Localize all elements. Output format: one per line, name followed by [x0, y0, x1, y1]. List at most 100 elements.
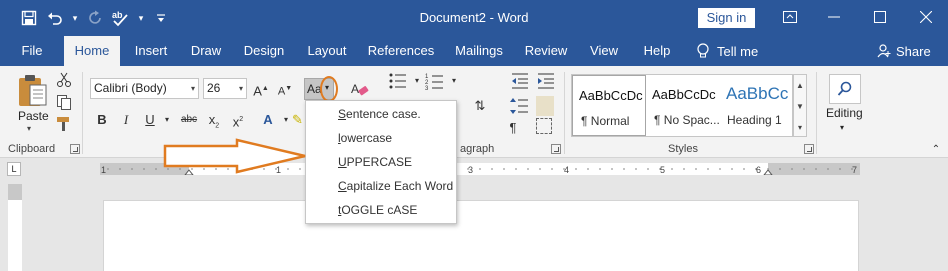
tell-me-box[interactable]: Tell me [697, 36, 758, 66]
font-name-dropdown-icon[interactable]: ▾ [191, 79, 195, 98]
collapse-ribbon-icon[interactable]: ⌃ [926, 140, 946, 160]
bullets-dropdown-icon[interactable]: ▾ [407, 71, 427, 91]
copy-icon[interactable] [56, 94, 72, 110]
group-divider [816, 72, 817, 154]
line-spacing-icon[interactable] [510, 96, 530, 116]
menu-item-uppercase[interactable]: UPPERCASE [338, 155, 412, 175]
font-name-value: Calibri (Body) [94, 81, 167, 95]
highlight-color-icon[interactable]: ✎ [292, 110, 303, 130]
menu-item-lowercase[interactable]: lowercase [338, 131, 392, 151]
styles-more-icon[interactable]: ▾ [794, 117, 806, 138]
styles-scroll-down-icon[interactable]: ▼ [794, 96, 806, 117]
tab-help[interactable]: Help [636, 36, 678, 66]
font-name-box[interactable]: Calibri (Body) ▾ [90, 78, 199, 99]
styles-group-label: Styles [668, 143, 698, 155]
tab-mailings[interactable]: Mailings [448, 36, 510, 66]
decrease-indent-icon[interactable] [510, 71, 530, 91]
spelling-check-icon[interactable]: ab [110, 8, 132, 28]
spelling-dropdown-icon[interactable]: ▾ [136, 8, 146, 28]
quick-access-toolbar: ▾ ab ▾ [18, 8, 172, 28]
close-icon[interactable] [912, 6, 940, 28]
editing-label[interactable]: Editing [826, 106, 863, 120]
clipboard-launcher-icon[interactable] [70, 144, 80, 154]
tab-insert[interactable]: Insert [128, 36, 174, 66]
borders-icon[interactable] [536, 118, 552, 134]
style-sample: AaBbCcDc [652, 87, 716, 102]
styles-gallery: AaBbCcDc ¶ Normal AaBbCcDc ¶ No Spac... … [571, 74, 793, 137]
change-case-menu: Sentence case. lowercase UPPERCASE Capit… [305, 100, 457, 224]
tab-review[interactable]: Review [520, 36, 572, 66]
svg-text:3: 3 [425, 86, 429, 91]
menu-item-toggle-case[interactable]: tOGGLE cASE [338, 203, 417, 223]
styles-scroll-up-icon[interactable]: ▲ [794, 75, 806, 96]
ruler-number: 5 [660, 165, 665, 175]
format-painter-icon[interactable] [56, 116, 72, 132]
tab-design[interactable]: Design [238, 36, 290, 66]
bold-icon[interactable]: B [92, 110, 112, 130]
sort-icon[interactable]: ⇅ [470, 96, 490, 116]
styles-scroll: ▲ ▼ ▾ [793, 74, 807, 137]
shrink-font-icon[interactable]: A▼ [275, 79, 295, 99]
style-heading-1[interactable]: AaBbCc Heading 1 [720, 75, 794, 136]
font-size-box[interactable]: 26 ▾ [203, 78, 247, 99]
italic-icon[interactable]: I [116, 110, 136, 130]
maximize-icon[interactable] [866, 6, 894, 28]
style-normal[interactable]: AaBbCcDc ¶ Normal [572, 75, 646, 136]
underline-dropdown-icon[interactable]: ▾ [157, 110, 177, 130]
right-indent-marker[interactable] [763, 169, 773, 175]
editing-button[interactable] [829, 74, 861, 104]
shading-icon[interactable] [536, 96, 554, 116]
tab-layout[interactable]: Layout [300, 36, 354, 66]
menu-item-capitalize-each-word[interactable]: Capitalize Each Word [338, 179, 453, 199]
change-case-dropdown-icon[interactable]: ▾ [325, 83, 329, 92]
bullets-icon[interactable] [388, 71, 408, 91]
undo-dropdown-icon[interactable]: ▾ [70, 8, 80, 28]
menu-item-label: apitalize Each Word [346, 179, 454, 193]
paragraph-launcher-icon[interactable] [551, 144, 561, 154]
styles-launcher-icon[interactable] [804, 144, 814, 154]
paste-icon[interactable] [16, 73, 50, 109]
style-name: Heading 1 [727, 113, 782, 127]
style-no-spacing[interactable]: AaBbCcDc ¶ No Spac... [646, 75, 720, 136]
tab-selector-icon[interactable]: L [7, 162, 21, 176]
editing-dropdown-icon[interactable]: ▾ [840, 123, 844, 132]
font-size-dropdown-icon[interactable]: ▾ [239, 79, 243, 98]
subscript-icon[interactable]: x2 [204, 110, 224, 130]
ribbon-display-options-icon[interactable] [776, 6, 804, 28]
grow-font-icon[interactable]: A▲ [251, 79, 271, 99]
ruler-number: 3 [468, 165, 473, 175]
increase-indent-icon[interactable] [536, 71, 556, 91]
sign-in-button[interactable]: Sign in [698, 8, 755, 28]
superscript-icon[interactable]: x2 [228, 110, 248, 130]
document-page[interactable] [103, 200, 859, 271]
tab-view[interactable]: View [584, 36, 624, 66]
paste-button[interactable]: Paste [18, 109, 49, 123]
minimize-icon[interactable] [820, 6, 848, 28]
tab-home[interactable]: Home [64, 36, 120, 66]
save-icon[interactable] [18, 8, 40, 28]
menu-item-sentence-case[interactable]: Sentence case. [338, 107, 421, 127]
svg-text:A: A [351, 82, 359, 96]
show-hide-marks-icon[interactable]: ¶ [503, 118, 523, 138]
numbering-icon[interactable]: 123 [425, 71, 445, 91]
customize-toolbar-icon[interactable] [150, 8, 172, 28]
tab-file[interactable]: File [14, 36, 50, 66]
cut-icon[interactable] [56, 72, 72, 88]
font-size-value: 26 [207, 81, 221, 95]
annotation-arrow [163, 138, 306, 174]
vertical-ruler-margin [8, 184, 22, 200]
ruler-number: 6 [756, 165, 761, 175]
undo-icon[interactable] [44, 8, 66, 28]
style-sample: AaBbCc [726, 84, 789, 103]
clear-formatting-icon[interactable]: A [350, 79, 370, 99]
share-button[interactable]: Share [877, 36, 931, 66]
svg-text:ab: ab [112, 10, 123, 20]
paste-dropdown-icon[interactable]: ▾ [27, 124, 31, 133]
text-effects-icon[interactable]: A [258, 110, 278, 130]
style-name: ¶ No Spac... [654, 113, 720, 127]
tab-draw[interactable]: Draw [184, 36, 228, 66]
strikethrough-icon[interactable]: abc [177, 110, 201, 130]
tab-references[interactable]: References [364, 36, 438, 66]
menu-item-label: entence case. [346, 107, 421, 121]
numbering-dropdown-icon[interactable]: ▾ [444, 71, 464, 91]
